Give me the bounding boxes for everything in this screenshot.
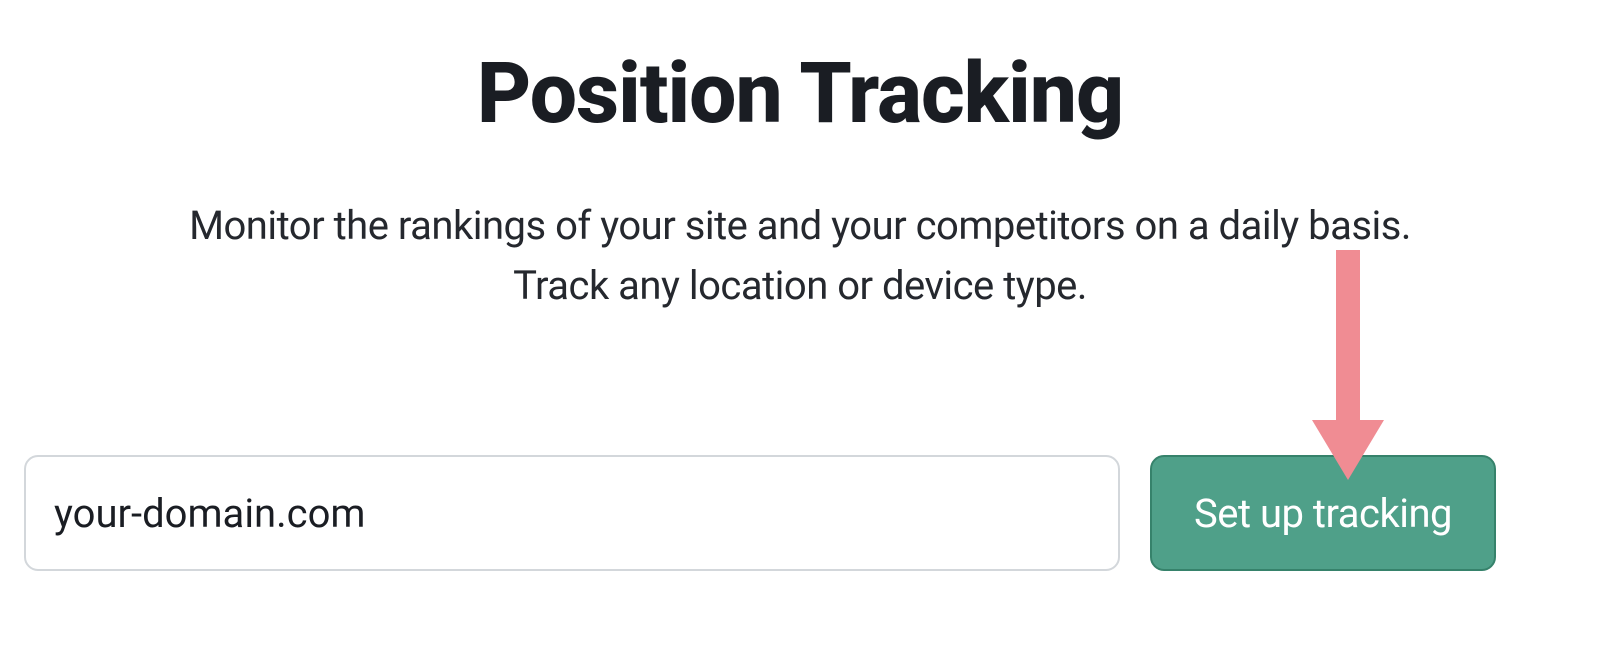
setup-form: Set up tracking: [24, 455, 1496, 571]
set-up-tracking-button[interactable]: Set up tracking: [1150, 455, 1496, 571]
subtitle-line-1: Monitor the rankings of your site and yo…: [189, 202, 1411, 249]
hero-section: Position Tracking Monitor the rankings o…: [0, 48, 1600, 316]
domain-input[interactable]: [24, 455, 1120, 571]
subtitle-line-2: Track any location or device type.: [513, 262, 1087, 309]
page-subtitle: Monitor the rankings of your site and yo…: [0, 196, 1600, 316]
page-title: Position Tracking: [0, 48, 1600, 140]
